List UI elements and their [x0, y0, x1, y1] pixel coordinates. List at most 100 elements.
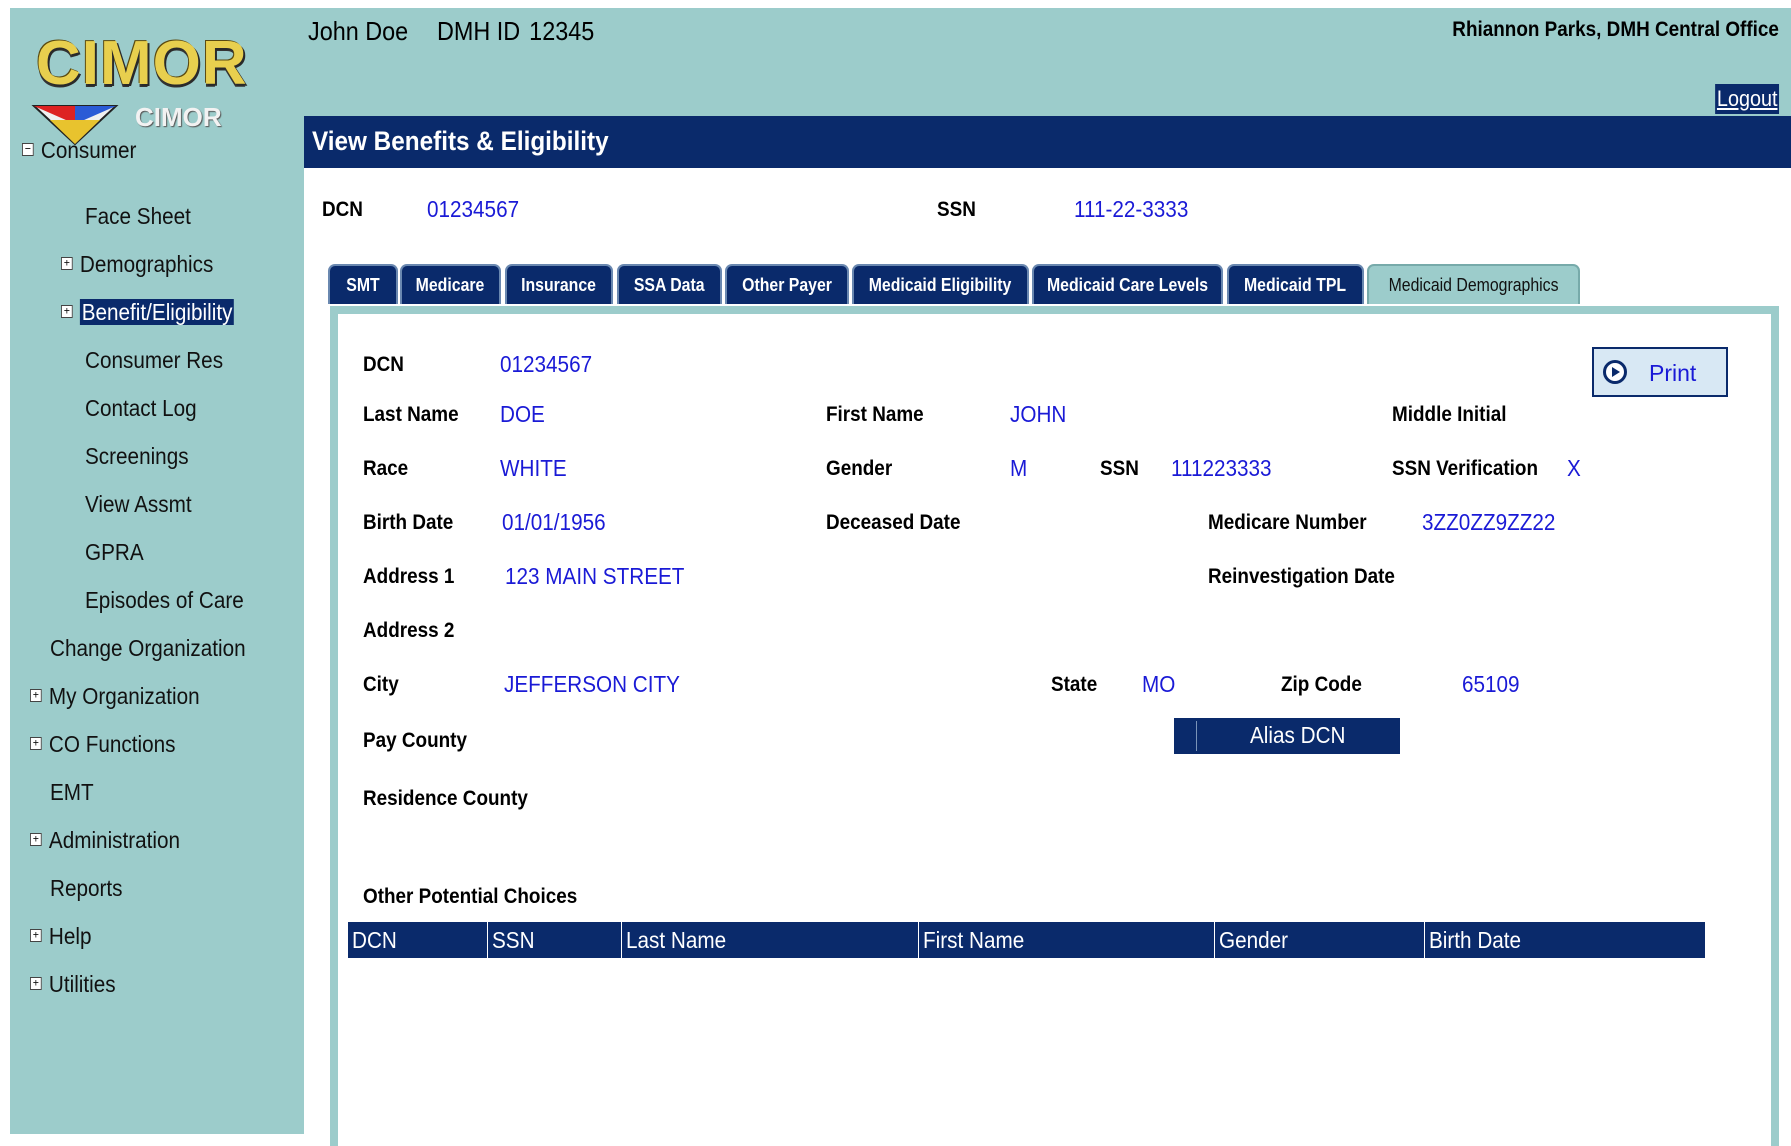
nav-label: Change Organization [50, 635, 246, 661]
ssn-value: 111223333 [1171, 455, 1272, 481]
expand-icon[interactable]: + [30, 977, 42, 991]
nav-consumer-res[interactable]: Consumer Res [85, 347, 223, 374]
expand-icon[interactable]: + [30, 689, 42, 703]
print-button[interactable]: Print [1592, 347, 1728, 397]
nav-label: My Organization [48, 683, 200, 709]
birth-date-value: 01/01/1956 [502, 509, 606, 535]
tab-label: Medicaid Demographics [1388, 275, 1559, 295]
tab-medicaid-demographics[interactable]: Medicaid Demographics [1367, 264, 1580, 304]
nav-my-organization[interactable]: + My Organization [30, 683, 200, 710]
nav-label: Screenings [85, 443, 189, 469]
alias-dcn-button[interactable]: Alias DCN [1174, 718, 1400, 754]
nav-label: GPRA [85, 539, 144, 565]
tab-label: Medicare [416, 275, 485, 295]
tab-label: Medicaid Eligibility [869, 275, 1012, 295]
nav-label: Administration [48, 827, 181, 853]
summary-dcn-value: 01234567 [427, 196, 520, 222]
tab-label: SMT [346, 275, 380, 295]
tab-medicaid-tpl[interactable]: Medicaid TPL [1227, 264, 1364, 304]
ssn-label: SSN [1100, 457, 1139, 480]
nav-label: Demographics [79, 251, 214, 277]
address1-value: 123 MAIN STREET [505, 563, 685, 589]
dmh-id-value: 12345 [529, 16, 595, 46]
other-choices-table-header: DCN SSN Last Name First Name Gender Birt… [348, 922, 1705, 958]
nav-episodes-of-care[interactable]: Episodes of Care [85, 587, 244, 614]
tab-medicaid-eligibility[interactable]: Medicaid Eligibility [852, 264, 1029, 304]
divider [1196, 721, 1197, 751]
nav-gpra[interactable]: GPRA [85, 539, 144, 566]
address2-label: Address 2 [363, 619, 455, 642]
column-header-birth-date[interactable]: Birth Date [1424, 922, 1705, 958]
nav-screenings[interactable]: Screenings [85, 443, 189, 470]
consumer-name: John Doe [308, 16, 409, 46]
column-label: SSN [492, 927, 535, 953]
tab-medicare[interactable]: Medicare [400, 264, 501, 304]
tab-insurance[interactable]: Insurance [505, 264, 613, 304]
nav-reports[interactable]: Reports [50, 875, 122, 902]
nav-utilities[interactable]: + Utilities [30, 971, 116, 998]
play-circle-icon [1603, 360, 1627, 384]
sidebar: CIMOR CIMOR [10, 8, 304, 1134]
page-title: View Benefits & Eligibility [312, 126, 609, 156]
ssn-verification-value: X [1567, 455, 1581, 481]
dmh-id-label: DMH ID [436, 16, 521, 46]
nav-help[interactable]: + Help [30, 923, 91, 950]
nav-label: Episodes of Care [85, 587, 244, 613]
logo-title: CIMOR [36, 29, 248, 98]
residence-county-label: Residence County [363, 787, 528, 810]
column-header-gender[interactable]: Gender [1214, 922, 1424, 958]
page-title-bar: View Benefits & Eligibility [304, 116, 1791, 168]
tab-label: Insurance [521, 275, 597, 295]
nav-consumer[interactable]: − Consumer [22, 137, 136, 164]
nav-face-sheet[interactable]: Face Sheet [85, 203, 191, 230]
nav-change-organization[interactable]: Change Organization [50, 635, 246, 662]
expand-icon[interactable]: + [30, 833, 42, 847]
tab-other-payer[interactable]: Other Payer [725, 264, 849, 304]
nav-label: Consumer [40, 137, 137, 163]
column-label: Gender [1219, 927, 1289, 953]
first-name-label: First Name [826, 403, 924, 426]
gender-value: M [1010, 455, 1028, 481]
dcn-label: DCN [363, 353, 404, 376]
nav-contact-log[interactable]: Contact Log [85, 395, 197, 422]
state-value: MO [1142, 671, 1176, 697]
nav-label: Consumer Res [85, 347, 224, 373]
consumer-header: John Doe DMH ID 12345 [308, 16, 623, 47]
column-header-ssn[interactable]: SSN [487, 922, 621, 958]
cimor-logo: CIMOR CIMOR [30, 28, 290, 146]
expand-icon[interactable]: + [61, 305, 73, 319]
expand-icon[interactable]: + [30, 929, 42, 943]
column-label: Birth Date [1429, 927, 1522, 953]
city-value: JEFFERSON CITY [504, 671, 680, 697]
logo-subtitle: CIMOR [135, 102, 222, 132]
zip-code-value: 65109 [1462, 671, 1520, 697]
nav-label: Reports [50, 875, 123, 901]
expand-icon[interactable]: + [30, 737, 42, 751]
race-label: Race [363, 457, 409, 480]
column-header-first-name[interactable]: First Name [918, 922, 1214, 958]
tab-label: Other Payer [742, 275, 832, 295]
nav-administration[interactable]: + Administration [30, 827, 180, 854]
expand-icon[interactable]: + [61, 257, 73, 271]
column-header-last-name[interactable]: Last Name [621, 922, 918, 958]
nav-co-functions[interactable]: + CO Functions [30, 731, 175, 758]
tab-smt[interactable]: SMT [328, 264, 398, 304]
last-name-label: Last Name [363, 403, 459, 426]
summary-ssn-label: SSN [937, 198, 976, 221]
zip-code-label: Zip Code [1281, 673, 1362, 696]
pay-county-label: Pay County [363, 729, 467, 752]
tab-label: Medicaid Care Levels [1046, 275, 1209, 295]
tab-medicaid-care-levels[interactable]: Medicaid Care Levels [1032, 264, 1223, 304]
nav-view-assmt[interactable]: View Assmt [85, 491, 192, 518]
race-value: WHITE [500, 455, 567, 481]
nav-label: Utilities [48, 971, 116, 997]
tab-ssa-data[interactable]: SSA Data [617, 264, 722, 304]
logout-link[interactable]: Logout [1714, 84, 1779, 114]
nav-benefit-eligibility[interactable]: + Benefit/Eligibility [61, 299, 235, 326]
dcn-value: 01234567 [500, 351, 593, 377]
column-header-dcn[interactable]: DCN [348, 922, 487, 958]
nav-emt[interactable]: EMT [50, 779, 94, 806]
collapse-icon[interactable]: − [22, 143, 34, 157]
nav-demographics[interactable]: + Demographics [61, 251, 213, 278]
nav-label: Contact Log [85, 395, 197, 421]
